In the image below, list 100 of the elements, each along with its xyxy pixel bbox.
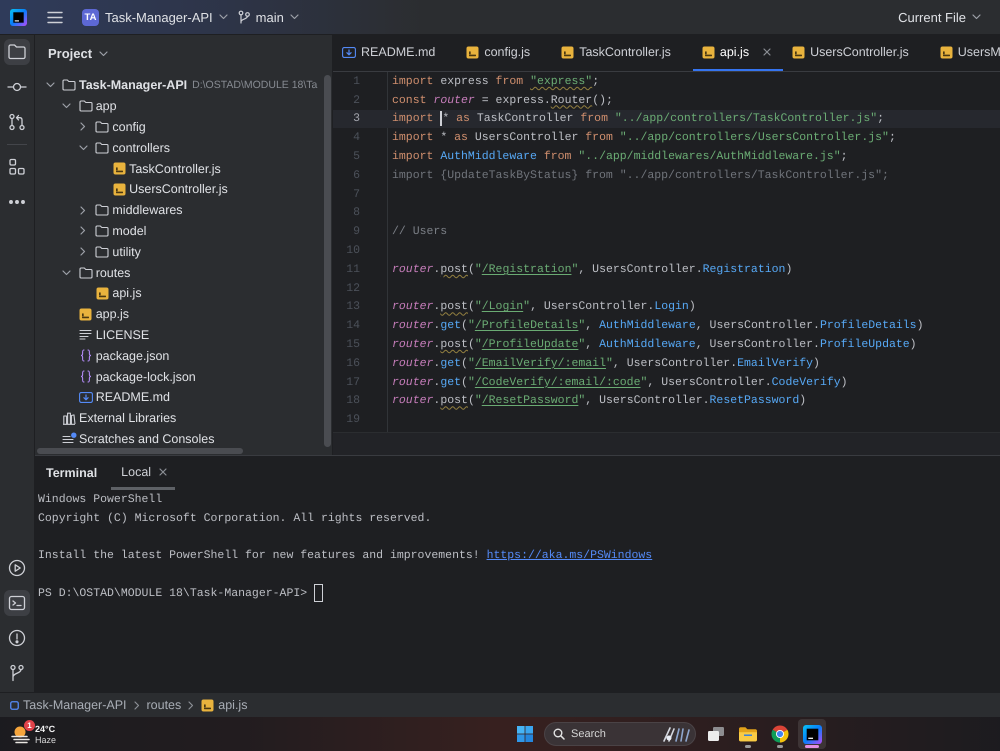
tree-item[interactable]: UsersController.js bbox=[129, 182, 228, 196]
chevron-down-icon bbox=[290, 14, 299, 20]
tree-item[interactable]: README.md bbox=[96, 390, 170, 404]
arrow-down-box-icon bbox=[342, 46, 356, 58]
file-folder-icon[interactable] bbox=[738, 726, 758, 742]
tree-item[interactable]: package.json bbox=[96, 348, 170, 363]
terminal-output: Windows PowerShell bbox=[38, 492, 162, 506]
code-line: router.post("/Registration", UsersController.Registration) bbox=[392, 262, 792, 276]
close-icon[interactable] bbox=[763, 48, 772, 56]
tree-item[interactable]: app.js bbox=[96, 307, 130, 322]
chevron-down-icon[interactable] bbox=[62, 103, 72, 110]
module-icon bbox=[10, 700, 19, 710]
tree-item[interactable]: LICENSE bbox=[96, 328, 150, 342]
text-caret bbox=[440, 111, 442, 126]
editor-tab[interactable]: README.md bbox=[333, 35, 458, 71]
folder-icon bbox=[95, 246, 110, 258]
tree-item[interactable]: utility bbox=[112, 244, 141, 259]
app-logo-icon[interactable] bbox=[10, 8, 27, 26]
breadcrumb[interactable]: routes bbox=[146, 698, 182, 712]
chevron-right-icon[interactable] bbox=[80, 122, 86, 132]
code-line: router.post("/Login", UsersController.Login) bbox=[392, 300, 696, 314]
chevron-down-icon[interactable] bbox=[78, 144, 88, 151]
slanted-lines-icon bbox=[661, 725, 691, 743]
editor-tab[interactable]: config.js bbox=[457, 35, 552, 71]
workspace-selector[interactable]: TA Task-Manager-API bbox=[77, 4, 233, 30]
library-icon bbox=[62, 412, 76, 425]
code-line: import bbox=[392, 112, 434, 126]
search-field[interactable]: Search bbox=[544, 722, 696, 746]
terminal-output: Copyright (C) Microsoft Corporation. All rights reserved. bbox=[38, 512, 432, 525]
chevron-right-icon[interactable] bbox=[80, 247, 86, 256]
tree-item[interactable]: Scratches and Consoles bbox=[79, 432, 214, 446]
branch-icon bbox=[238, 10, 250, 24]
braces-file-icon bbox=[80, 370, 92, 384]
project-view-selector[interactable]: Project bbox=[43, 43, 114, 64]
chevron-right-icon[interactable] bbox=[80, 226, 86, 236]
tree-item[interactable]: Task-Manager-API bbox=[79, 78, 188, 92]
run-config-selector[interactable]: Current File bbox=[893, 4, 986, 30]
vertical-scrollbar[interactable] bbox=[324, 75, 331, 447]
structure-icon[interactable] bbox=[7, 157, 27, 177]
terminal-icon[interactable] bbox=[4, 590, 30, 616]
chevron-down-icon[interactable] bbox=[62, 270, 72, 276]
branch-selector[interactable]: main bbox=[232, 4, 304, 30]
four-tiles-icon[interactable] bbox=[516, 725, 534, 743]
play-circle-icon[interactable] bbox=[7, 558, 27, 578]
chevron-right-icon[interactable] bbox=[80, 206, 86, 215]
editor-tab[interactable]: UsersController.js bbox=[783, 35, 931, 71]
breadcrumb[interactable]: Task-Manager-API bbox=[10, 698, 127, 712]
code-line: import AuthMiddleware from "../app/middlewares/AuthMiddleware.js"; bbox=[392, 150, 848, 164]
notification-badge: 1 bbox=[24, 720, 35, 731]
tree-item[interactable]: External Libraries bbox=[79, 411, 176, 426]
tree-item[interactable]: model bbox=[112, 224, 146, 238]
folder-icon[interactable] bbox=[4, 39, 30, 65]
terminal-tab[interactable]: Local bbox=[111, 456, 176, 490]
script-file-icon bbox=[79, 308, 92, 321]
tree-item[interactable]: package-lock.json bbox=[96, 370, 196, 384]
code-line: router.post("/ProfileUpdate", AuthMiddleware, UsersController.ProfileUpdate) bbox=[392, 338, 917, 352]
folder-icon bbox=[78, 266, 93, 279]
braces-file-icon bbox=[80, 349, 92, 362]
pull-request-icon[interactable] bbox=[7, 112, 27, 132]
terminal-output: Install the latest PowerShell for new features and improvements! https://aka.ms/PSWindows bbox=[38, 549, 652, 562]
tree-item[interactable]: routes bbox=[96, 266, 130, 280]
breadcrumb[interactable]: api.js bbox=[201, 698, 248, 712]
script-file-icon bbox=[112, 182, 126, 196]
editor-tab[interactable]: UsersM bbox=[930, 35, 1000, 71]
script-file-icon bbox=[702, 46, 715, 58]
code-line: import * as UsersController from "../app/controllers/UsersController.js"; bbox=[392, 131, 896, 144]
tricolor-circle-icon[interactable] bbox=[771, 725, 789, 743]
code-line: router.post("/ResetPassword", UsersController.ResetPassword) bbox=[392, 394, 806, 408]
menu-icon[interactable] bbox=[47, 10, 63, 24]
terminal-cursor bbox=[314, 584, 324, 602]
terminal-prompt: PS D:\OSTAD\MODULE 18\Task-Manager-API> bbox=[38, 586, 308, 600]
folder-icon bbox=[95, 204, 110, 216]
script-file-icon bbox=[940, 46, 953, 58]
tree-item[interactable]: middlewares bbox=[112, 203, 183, 218]
text-file-icon bbox=[79, 329, 92, 340]
code-line: import express from "express"; bbox=[392, 74, 600, 88]
tree-item[interactable]: controllers bbox=[112, 140, 170, 155]
task-view-icon[interactable] bbox=[707, 726, 725, 742]
script-file-icon bbox=[466, 46, 480, 58]
close-icon[interactable] bbox=[159, 468, 168, 476]
weather-condition: Haze bbox=[35, 734, 56, 744]
editor-tab[interactable]: api.js bbox=[692, 35, 784, 71]
folder-icon bbox=[78, 100, 93, 112]
tree-item[interactable]: TaskController.js bbox=[129, 162, 221, 176]
code-line: const router = express.Router(); bbox=[392, 94, 613, 107]
horizontal-scrollbar[interactable] bbox=[37, 448, 243, 454]
code-line: import {UpdateTaskByStatus} from "../app/controllers/TaskController.js"; bbox=[392, 168, 889, 182]
terminal-link[interactable]: https://aka.ms/PSWindows bbox=[486, 549, 652, 562]
editor-tab[interactable]: TaskController.js bbox=[552, 35, 693, 71]
tree-item[interactable]: app bbox=[96, 99, 117, 114]
script-file-icon bbox=[792, 46, 806, 58]
tree-item[interactable]: api.js bbox=[112, 286, 142, 300]
chevron-down-icon[interactable] bbox=[46, 82, 54, 88]
line-number: 3 bbox=[353, 112, 360, 126]
chevron-down-icon bbox=[972, 14, 981, 20]
search-icon bbox=[553, 728, 565, 740]
alert-circle-icon[interactable] bbox=[7, 628, 27, 648]
tree-item[interactable]: config bbox=[112, 120, 146, 134]
app-logo-icon[interactable] bbox=[798, 719, 826, 749]
code-line: // Users bbox=[392, 225, 448, 238]
